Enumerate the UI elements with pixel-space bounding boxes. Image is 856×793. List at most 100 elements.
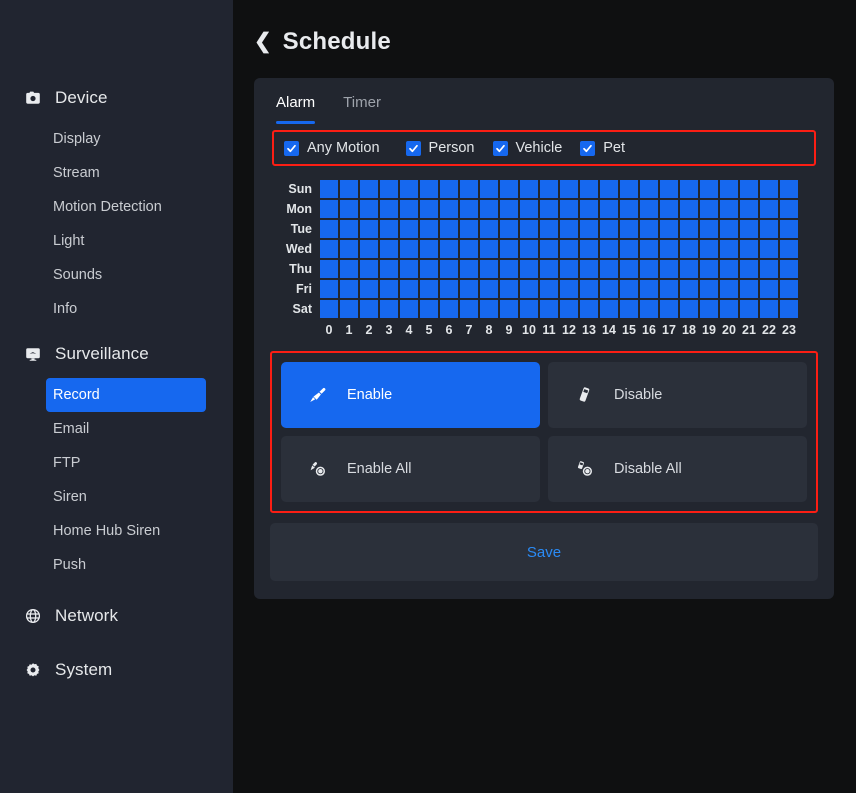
schedule-cell[interactable] <box>620 280 638 298</box>
schedule-cell[interactable] <box>420 260 438 278</box>
schedule-cell[interactable] <box>520 240 538 258</box>
schedule-cell[interactable] <box>480 240 498 258</box>
checkbox-pet[interactable]: Pet <box>580 140 625 156</box>
schedule-cell[interactable] <box>640 180 658 198</box>
schedule-cell[interactable] <box>560 180 578 198</box>
schedule-cell[interactable] <box>400 220 418 238</box>
enable-all-button[interactable]: Enable All <box>281 436 540 502</box>
schedule-cell[interactable] <box>500 180 518 198</box>
schedule-cell[interactable] <box>340 300 358 318</box>
schedule-cell[interactable] <box>780 240 798 258</box>
schedule-cell[interactable] <box>520 200 538 218</box>
schedule-cell[interactable] <box>340 280 358 298</box>
schedule-cell[interactable] <box>740 200 758 218</box>
schedule-cell[interactable] <box>360 180 378 198</box>
schedule-cell[interactable] <box>440 180 458 198</box>
schedule-cell[interactable] <box>480 200 498 218</box>
schedule-cell[interactable] <box>680 180 698 198</box>
schedule-cell[interactable] <box>500 260 518 278</box>
schedule-cell[interactable] <box>380 220 398 238</box>
sidebar-item-system[interactable]: System <box>0 650 233 690</box>
schedule-cell[interactable] <box>560 280 578 298</box>
schedule-cell[interactable] <box>660 300 678 318</box>
schedule-cell[interactable] <box>760 260 778 278</box>
schedule-cell[interactable] <box>520 260 538 278</box>
schedule-cell[interactable] <box>640 260 658 278</box>
sidebar-item-display[interactable]: Display <box>46 122 206 156</box>
schedule-cell[interactable] <box>740 240 758 258</box>
schedule-cell[interactable] <box>320 300 338 318</box>
chevron-left-icon[interactable]: ❮ <box>254 31 272 52</box>
schedule-cell[interactable] <box>500 200 518 218</box>
schedule-cell[interactable] <box>420 220 438 238</box>
schedule-cell[interactable] <box>380 280 398 298</box>
schedule-cell[interactable] <box>480 260 498 278</box>
schedule-cell[interactable] <box>760 200 778 218</box>
schedule-cell[interactable] <box>520 180 538 198</box>
schedule-cell[interactable] <box>420 240 438 258</box>
schedule-cell[interactable] <box>680 240 698 258</box>
schedule-cell[interactable] <box>380 200 398 218</box>
schedule-cell[interactable] <box>400 200 418 218</box>
checkbox-person[interactable]: Person <box>405 140 475 156</box>
schedule-cell[interactable] <box>420 180 438 198</box>
schedule-cell[interactable] <box>400 260 418 278</box>
sidebar-item-motion-detection[interactable]: Motion Detection <box>46 190 206 224</box>
schedule-row[interactable] <box>320 180 798 198</box>
schedule-cell[interactable] <box>700 240 718 258</box>
schedule-cell[interactable] <box>400 240 418 258</box>
schedule-cell[interactable] <box>720 200 738 218</box>
schedule-cell[interactable] <box>600 300 618 318</box>
schedule-cell[interactable] <box>680 200 698 218</box>
schedule-cell[interactable] <box>460 240 478 258</box>
schedule-cell[interactable] <box>560 220 578 238</box>
schedule-row[interactable] <box>320 280 798 298</box>
save-button[interactable]: Save <box>270 523 818 581</box>
schedule-row[interactable] <box>320 220 798 238</box>
schedule-cell[interactable] <box>540 200 558 218</box>
sidebar-item-ftp[interactable]: FTP <box>46 446 206 480</box>
schedule-cell[interactable] <box>560 300 578 318</box>
schedule-cell[interactable] <box>760 180 778 198</box>
schedule-cell[interactable] <box>420 280 438 298</box>
schedule-cell[interactable] <box>700 260 718 278</box>
schedule-cell[interactable] <box>740 180 758 198</box>
schedule-cell[interactable] <box>380 180 398 198</box>
schedule-cell[interactable] <box>400 300 418 318</box>
schedule-cell[interactable] <box>480 300 498 318</box>
schedule-cell[interactable] <box>600 280 618 298</box>
sidebar-item-stream[interactable]: Stream <box>46 156 206 190</box>
schedule-cell[interactable] <box>340 260 358 278</box>
schedule-cell[interactable] <box>360 220 378 238</box>
schedule-cell[interactable] <box>600 240 618 258</box>
schedule-row[interactable] <box>320 300 798 318</box>
sidebar-item-sounds[interactable]: Sounds <box>46 258 206 292</box>
schedule-cell[interactable] <box>680 280 698 298</box>
schedule-cell[interactable] <box>660 200 678 218</box>
schedule-cell[interactable] <box>460 280 478 298</box>
schedule-cell[interactable] <box>320 220 338 238</box>
schedule-cell[interactable] <box>320 280 338 298</box>
schedule-cell[interactable] <box>340 240 358 258</box>
schedule-cell[interactable] <box>580 280 598 298</box>
schedule-cell[interactable] <box>400 280 418 298</box>
schedule-cell[interactable] <box>400 180 418 198</box>
schedule-cell[interactable] <box>640 300 658 318</box>
schedule-cell[interactable] <box>460 180 478 198</box>
schedule-cell[interactable] <box>360 240 378 258</box>
schedule-cell-area[interactable] <box>320 180 798 320</box>
schedule-cell[interactable] <box>580 260 598 278</box>
schedule-cell[interactable] <box>700 220 718 238</box>
schedule-cell[interactable] <box>500 300 518 318</box>
schedule-cell[interactable] <box>680 260 698 278</box>
schedule-cell[interactable] <box>740 220 758 238</box>
schedule-cell[interactable] <box>640 200 658 218</box>
schedule-cell[interactable] <box>380 300 398 318</box>
schedule-cell[interactable] <box>720 180 738 198</box>
schedule-cell[interactable] <box>580 300 598 318</box>
schedule-cell[interactable] <box>580 200 598 218</box>
schedule-cell[interactable] <box>660 180 678 198</box>
schedule-cell[interactable] <box>540 240 558 258</box>
schedule-cell[interactable] <box>780 220 798 238</box>
schedule-cell[interactable] <box>340 200 358 218</box>
